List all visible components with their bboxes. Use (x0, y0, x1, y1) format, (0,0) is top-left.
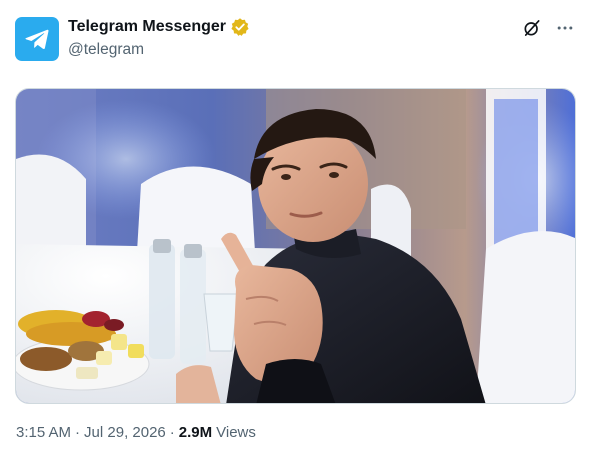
author-avatar[interactable] (15, 17, 59, 61)
gold-verified-badge-icon[interactable] (230, 17, 250, 37)
post-time[interactable]: 3:15 AM (16, 424, 71, 441)
post-date[interactable]: Jul 29, 2026 (84, 424, 166, 441)
post-meta: 3:15 AM · Jul 29, 2026 · 2.9M Views (16, 424, 256, 441)
more-horizontal-icon (557, 26, 573, 30)
grok-button[interactable] (520, 16, 544, 40)
grok-slash-circle-icon (524, 20, 540, 36)
views-count: 2.9M (178, 424, 213, 441)
author-identity: Telegram Messenger @telegram (68, 16, 250, 59)
post: Telegram Messenger @telegram 3:15 AM · J… (0, 0, 592, 452)
more-options-button[interactable] (553, 16, 577, 40)
views-label: Views (216, 424, 256, 441)
separator-dot: · (169, 424, 175, 441)
photo-illustration (16, 89, 575, 403)
author-handle[interactable]: @telegram (68, 41, 250, 59)
author-display-name[interactable]: Telegram Messenger (68, 18, 226, 36)
telegram-paper-plane-icon (25, 29, 49, 50)
post-photo[interactable] (15, 88, 576, 404)
separator-dot: · (75, 424, 81, 441)
